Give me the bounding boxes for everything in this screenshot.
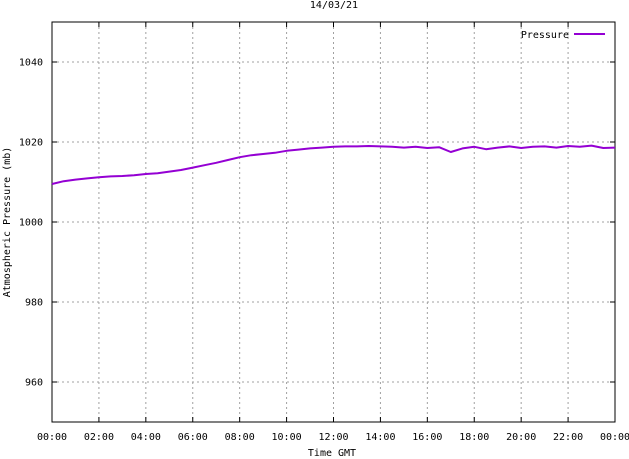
legend: Pressure	[521, 30, 605, 41]
y-tick-labels: 960 980 1000 1020 1040	[19, 58, 43, 389]
grid-lines	[52, 22, 615, 422]
x-tick-label: 22:00	[553, 432, 583, 443]
legend-label-pressure: Pressure	[521, 30, 569, 41]
x-tick-label: 14:00	[365, 432, 395, 443]
y-tick-label: 980	[25, 298, 43, 309]
x-tick-labels: 00:00 02:00 04:00 06:00 08:00 10:00 12:00 14:00…	[37, 432, 629, 443]
y-tick-label: 1020	[19, 138, 43, 149]
x-tick-label: 18:00	[459, 432, 489, 443]
x-tick-label: 16:00	[412, 432, 442, 443]
x-tick-label: 02:00	[84, 432, 114, 443]
x-tick-label: 04:00	[131, 432, 161, 443]
chart-title: 14/03/21	[310, 0, 358, 11]
x-tick-label: 00:00	[37, 432, 67, 443]
x-tick-label: 00:00	[600, 432, 629, 443]
y-tick-label: 960	[25, 378, 43, 389]
y-tick-label: 1000	[19, 218, 43, 229]
x-tick-label: 20:00	[506, 432, 536, 443]
x-axis-label: Time GMT	[308, 448, 356, 459]
y-axis-label: Atmospheric Pressure (mb)	[2, 147, 13, 298]
x-tick-label: 08:00	[225, 432, 255, 443]
pressure-chart: 14/03/21 00:00 02:00 04:00 06:00 08:00 10:00 1…	[2, 0, 629, 459]
y-tick-label: 1040	[19, 58, 43, 69]
x-tick-label: 12:00	[318, 432, 348, 443]
x-tick-label: 10:00	[272, 432, 302, 443]
x-tick-label: 06:00	[178, 432, 208, 443]
